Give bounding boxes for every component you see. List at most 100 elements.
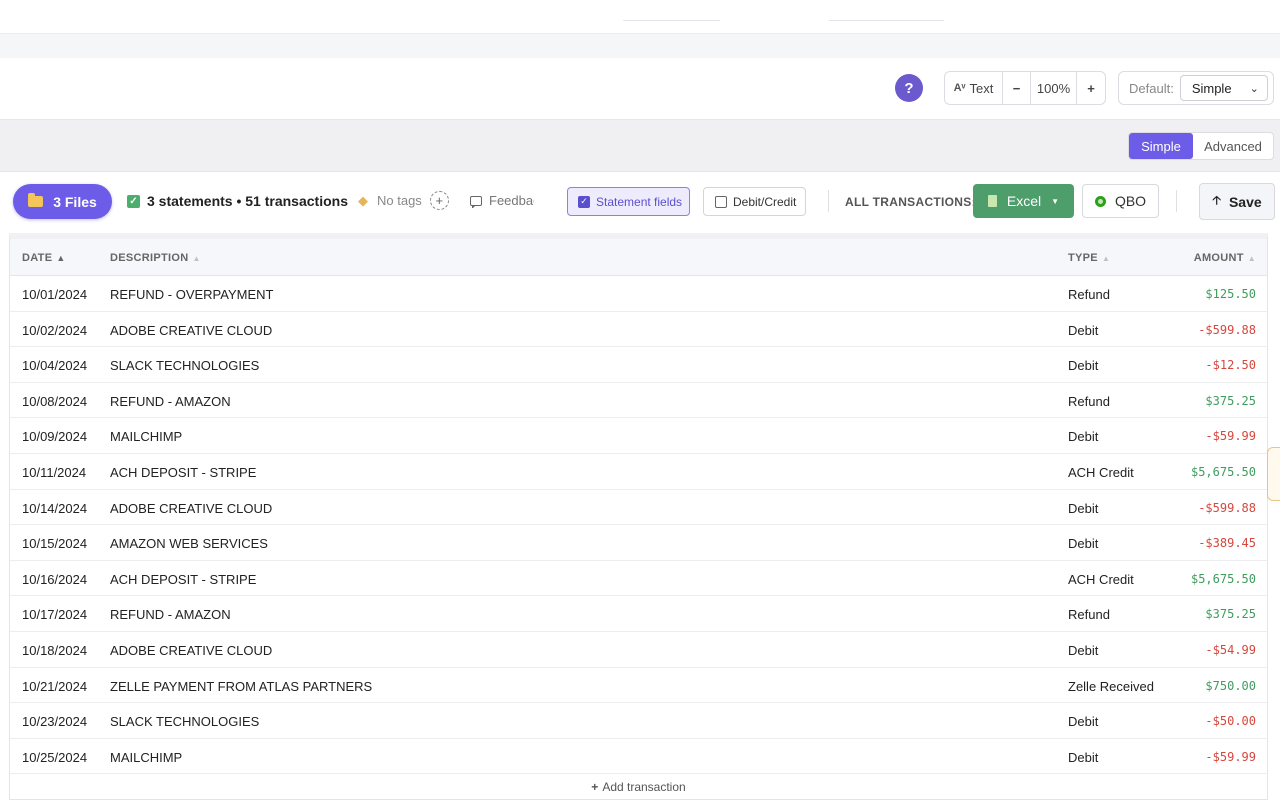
table-row[interactable]: 10/17/2024 REFUND - AMAZON Refund $375.25 <box>10 596 1267 632</box>
table-row[interactable]: 10/04/2024 SLACK TECHNOLOGIES Debit -$12.50 <box>10 347 1267 383</box>
cell-date: 10/25/2024 <box>22 749 88 765</box>
view-toolbar: ? Aᵛ Text − 100% + Default: Simple ⌄ <box>0 58 1280 120</box>
table-row[interactable]: 10/14/2024 ADOBE CREATIVE CLOUD Debit -$599… <box>10 490 1267 526</box>
table-row[interactable]: 10/16/2024 ACH DEPOSIT - STRIPE ACH Credit… <box>10 561 1267 597</box>
add-transaction-button[interactable]: + Add transaction <box>10 780 1267 794</box>
qbo-label: QBO <box>1114 193 1147 209</box>
cell-amount: -$54.99 <box>1205 642 1256 657</box>
qbo-export-button[interactable]: QBO <box>1082 184 1159 218</box>
cell-date: 10/11/2024 <box>22 464 87 480</box>
table-row[interactable]: 10/23/2024 SLACK TECHNOLOGIES Debit -$50.00 <box>10 703 1267 739</box>
zoom-in-button[interactable]: + <box>1077 72 1105 104</box>
cell-amount: $375.25 <box>1205 607 1256 622</box>
action-row: 3 Files ✓ 3 statements • 51 transactions… <box>0 172 1280 232</box>
table-header: DATE ▲ DESCRIPTION ▲ TYPE ▲ AMOUNT ▲ <box>10 239 1267 276</box>
cell-type: ACH Credit <box>1068 571 1134 587</box>
table-row[interactable]: 10/15/2024 AMAZON WEB SERVICES Debit -$389.… <box>10 525 1267 561</box>
side-panel-tab[interactable] <box>1267 447 1280 501</box>
default-view-select[interactable]: Simple ⌄ <box>1179 75 1268 101</box>
header-description[interactable]: DESCRIPTION ▲ <box>110 252 201 264</box>
cell-type: Debit <box>1068 714 1099 730</box>
files-button[interactable]: 3 Files <box>13 184 112 219</box>
header-amount[interactable]: AMOUNT ▲ <box>1194 252 1256 264</box>
default-view-value: Simple <box>1191 80 1232 96</box>
table-row[interactable]: 10/02/2024 ADOBE CREATIVE CLOUD Debit -$599… <box>10 312 1267 348</box>
text-size-button[interactable]: Aᵛ Text <box>945 72 1003 104</box>
excel-export-button[interactable]: Excel ▼ <box>973 184 1074 218</box>
files-label: 3 Files <box>53 193 97 210</box>
mode-advanced-button[interactable]: Advanced <box>1193 133 1273 159</box>
debit-credit-label: Debit/Credit <box>733 194 797 209</box>
cell-description: ADOBE CREATIVE CLOUD <box>110 322 273 338</box>
statement-fields-toggle[interactable]: ✓ Statement fields <box>567 187 690 216</box>
table-row[interactable]: 10/01/2024 REFUND - OVERPAYMENT Refund $125… <box>10 276 1267 312</box>
plus-icon: + <box>591 780 599 794</box>
cell-date: 10/17/2024 <box>22 607 88 623</box>
statement-fields-label: Statement fields <box>596 194 683 209</box>
cell-description: ADOBE CREATIVE CLOUD <box>110 642 273 658</box>
cell-description: ACH DEPOSIT - STRIPE <box>110 571 257 587</box>
default-view-group: Default: Simple ⌄ <box>1118 71 1274 105</box>
table-row[interactable]: 10/25/2024 MAILCHIMP Debit -$59.99 <box>10 739 1267 775</box>
sort-icon: ▲ <box>192 254 201 263</box>
cell-type: Zelle Received <box>1068 678 1154 694</box>
cell-description: ACH DEPOSIT - STRIPE <box>110 464 257 480</box>
zoom-out-button[interactable]: − <box>1003 72 1031 104</box>
cell-date: 10/02/2024 <box>22 322 88 338</box>
transactions-table: DATE ▲ DESCRIPTION ▲ TYPE ▲ AMOUNT ▲ 10/01/2… <box>9 233 1268 800</box>
spacer-band <box>0 34 1280 58</box>
header-date-label: DATE <box>22 252 53 264</box>
tag-icon: ◆ <box>358 192 368 208</box>
help-button[interactable]: ? <box>895 74 923 102</box>
cell-date: 10/16/2024 <box>22 571 88 587</box>
zoom-level: 100% <box>1031 72 1077 104</box>
cell-amount: $750.00 <box>1205 678 1256 693</box>
debit-credit-toggle[interactable]: Debit/Credit <box>703 187 806 216</box>
cell-type: Debit <box>1068 358 1099 374</box>
table-row[interactable]: 10/21/2024 ZELLE PAYMENT FROM ATLAS PARTN… <box>10 668 1267 704</box>
checkbox-empty-icon <box>715 195 727 208</box>
header-description-label: DESCRIPTION <box>110 252 189 264</box>
cell-type: Debit <box>1068 429 1099 445</box>
arrow-up-icon: 🡡 <box>1212 193 1221 207</box>
cell-type: ACH Credit <box>1068 464 1134 480</box>
mode-simple-button[interactable]: Simple <box>1129 133 1193 159</box>
cell-description: SLACK TECHNOLOGIES <box>110 714 260 730</box>
cell-amount: -$389.45 <box>1198 536 1256 551</box>
table-row[interactable]: 10/18/2024 ADOBE CREATIVE CLOUD Debit -$54.… <box>10 632 1267 668</box>
tab-underline <box>623 20 720 21</box>
cell-description: REFUND - AMAZON <box>110 393 231 409</box>
sort-icon: ▲ <box>1101 254 1111 263</box>
cell-amount: $125.50 <box>1205 287 1256 301</box>
header-type[interactable]: TYPE ▲ <box>1068 252 1110 264</box>
speech-bubble-icon <box>470 195 482 208</box>
tags-label: No tags <box>377 193 422 208</box>
tags-area: ◆ No tags + <box>358 191 449 210</box>
cell-description: MAILCHIMP <box>110 429 183 445</box>
cell-date: 10/04/2024 <box>22 358 88 374</box>
cell-amount: $375.25 <box>1205 393 1256 408</box>
check-icon: ✓ <box>127 194 140 208</box>
cell-amount: -$50.00 <box>1205 714 1256 729</box>
cell-type: Refund <box>1068 393 1110 409</box>
header-date[interactable]: DATE ▲ <box>22 252 66 264</box>
cell-date: 10/15/2024 <box>22 536 88 552</box>
save-label: Save <box>1228 193 1262 210</box>
sort-icon: ▲ <box>1247 254 1256 263</box>
save-button[interactable]: 🡡 Save <box>1199 183 1275 220</box>
cell-amount: -$59.99 <box>1205 749 1256 764</box>
add-tag-button[interactable]: + <box>429 191 449 210</box>
excel-icon <box>987 195 997 207</box>
cell-type: Debit <box>1068 500 1099 516</box>
mode-toggle: Simple Advanced <box>1128 132 1274 160</box>
feedback-button[interactable]: Feedbac <box>470 193 534 208</box>
tab-underline <box>829 20 944 21</box>
cell-description: ADOBE CREATIVE CLOUD <box>110 500 273 516</box>
caret-down-icon[interactable]: ▼ <box>1051 197 1059 206</box>
cell-type: Debit <box>1068 536 1099 552</box>
table-row[interactable]: 10/09/2024 MAILCHIMP Debit -$59.99 <box>10 418 1267 454</box>
excel-label: Excel <box>1006 193 1042 209</box>
table-row[interactable]: 10/11/2024 ACH DEPOSIT - STRIPE ACH Credit… <box>10 454 1267 490</box>
table-row[interactable]: 10/08/2024 REFUND - AMAZON Refund $375.25 <box>10 383 1267 419</box>
statement-summary-text: 3 statements • 51 transactions <box>147 193 348 209</box>
